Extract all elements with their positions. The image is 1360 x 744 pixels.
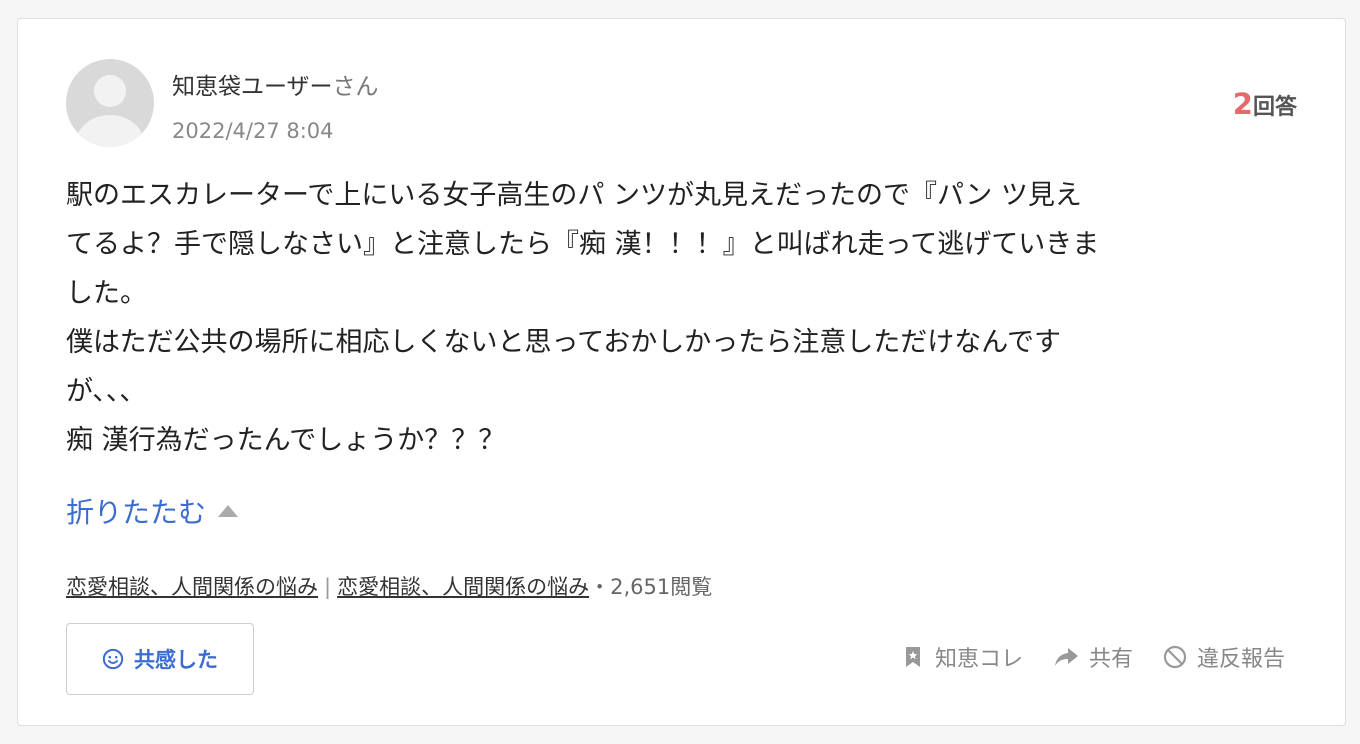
share-arrow-icon [1054,648,1078,666]
category-link[interactable]: 恋愛相談、人間関係の悩み [66,575,318,599]
answer-count-unit: 回答 [1252,95,1297,120]
question-line: が､､､ [66,376,134,407]
smile-icon [102,648,124,670]
answer-count-number: 2 [1232,87,1253,121]
question-line: 駅のエスカレーターで上にいる女子高生のパ ンツが丸見えだったので『パン ツ見え [66,180,1082,211]
view-count: ・2,651閲覧 [589,575,713,599]
category-separator: | [324,575,332,599]
question-line: てるよ？手で隠しなさい』と注意したら『痴 漢！！！』と叫ばれ走って逃げていきま [66,229,1100,260]
share-button[interactable]: 共有 [1053,641,1133,673]
post-date: 2022/4/27 8:04 [172,119,334,143]
question-line: した。 [66,278,147,309]
bookmark-icon [905,647,920,667]
share-label: 共有 [1088,647,1133,672]
bookmark-button[interactable]: 知恵コレ [901,641,1023,673]
category-link[interactable]: 恋愛相談、人間関係の悩み [337,575,589,599]
report-button[interactable]: 違反報告 [1163,641,1285,673]
question-card: 知恵袋ユーザーさん 2022/4/27 8:04 2回答 駅のエスカレーターで上… [17,18,1346,726]
user-name[interactable]: 知恵袋ユーザーさん [172,67,379,101]
question-body: 駅のエスカレーターで上にいる女子高生のパ ンツが丸見えだったので『パン ツ見え … [66,171,1286,465]
triangle-up-icon [218,505,239,517]
collapse-toggle[interactable]: 折りたたむ [66,491,239,531]
avatar-body-shape [76,115,144,147]
report-label: 違反報告 [1196,647,1285,672]
avatar-head-shape [94,75,126,107]
prohibited-icon [1163,645,1187,669]
user-name-suffix: さん [332,74,379,100]
answer-count[interactable]: 2回答 [1233,87,1297,121]
question-line: 痴 漢行為だったんでしょうか？？？ [66,425,506,456]
empathy-label: 共感した [134,648,218,672]
collapse-label: 折りたたむ [66,496,207,529]
bookmark-label: 知恵コレ [934,647,1023,672]
empathy-button[interactable]: 共感した [66,623,254,695]
user-name-text: 知恵袋ユーザー [172,74,333,100]
question-actions: 知恵コレ 共有 違反報告 [871,641,1285,673]
avatar[interactable] [66,59,154,147]
question-line: 僕はただ公共の場所に相応しくないと思っておかしかったら注意しただけなんです [66,327,1061,358]
question-meta: 恋愛相談、人間関係の悩み | 恋愛相談、人間関係の悩み・2,651閲覧 [66,571,712,601]
